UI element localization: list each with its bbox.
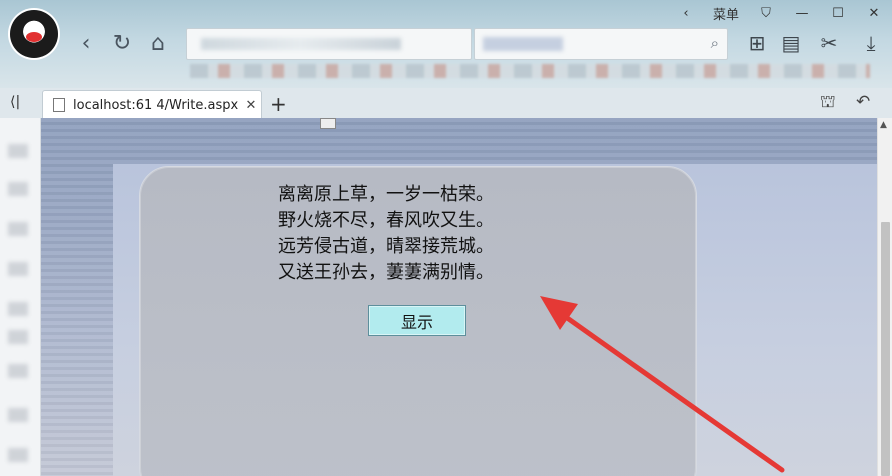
refresh-icon: ↻: [112, 30, 132, 56]
scrollbar-thumb[interactable]: [881, 222, 890, 476]
new-tab-button[interactable]: +: [270, 92, 287, 116]
sidebar-item[interactable]: [8, 408, 28, 422]
back-icon: ‹: [81, 30, 91, 56]
sidebar-item[interactable]: [8, 364, 28, 378]
menu-button[interactable]: 菜单: [704, 4, 748, 23]
tab-title: localhost:61 4/Write.aspx: [73, 97, 239, 113]
address-text-blurred: [201, 38, 401, 50]
menu-chevron-icon[interactable]: ‹: [668, 6, 704, 21]
sidebar-item[interactable]: [8, 330, 28, 344]
browser-toolbar: ‹ ↻ ⌂ ⌕ ⊞ ▤ ✂ ⤓ ‹ 菜单 ⛉ — ☐ ✕: [0, 0, 892, 88]
home-icon: ⌂: [151, 30, 165, 56]
page-icon: [53, 98, 65, 112]
poem-text: 离离原上草，一岁一枯荣。 野火烧不尽，春风吹又生。 远芳侵古道，晴翠接荒城。 又…: [278, 182, 598, 286]
vertical-scrollbar[interactable]: ▲: [877, 118, 892, 476]
sidebar-item[interactable]: [8, 302, 28, 316]
minimize-button[interactable]: —: [784, 6, 820, 21]
sidebar-item[interactable]: [8, 262, 28, 276]
skin-shirt-icon[interactable]: ⛉: [748, 6, 784, 21]
tab-close-icon[interactable]: ✕: [241, 98, 261, 113]
sidebar-item[interactable]: [8, 144, 28, 158]
scroll-up-arrow-icon[interactable]: ▲: [880, 120, 887, 130]
address-bar[interactable]: [186, 28, 472, 60]
poem-line: 野火烧不尽，春风吹又生。: [278, 210, 494, 231]
apps-grid-icon[interactable]: ⊞: [744, 30, 770, 56]
left-sidebar: [0, 118, 41, 476]
sidebar-toggle-icon[interactable]: ⟨|: [10, 94, 20, 110]
tab-strip: ⟨| localhost:61 4/Write.aspx ✕ + ⛫ ↶: [0, 88, 892, 119]
refresh-button[interactable]: ↻: [108, 29, 136, 57]
maximize-button[interactable]: ☐: [820, 6, 856, 21]
broken-image-icon: [320, 118, 336, 129]
close-window-button[interactable]: ✕: [856, 6, 892, 21]
bookmarks-bar-blurred: [190, 64, 870, 78]
scissors-icon[interactable]: ✂: [816, 30, 842, 56]
reader-icon[interactable]: ▤: [778, 30, 804, 56]
back-button[interactable]: ‹: [72, 29, 100, 57]
show-button[interactable]: 显示: [368, 305, 466, 336]
search-engine-blurred: [483, 37, 563, 51]
search-icon[interactable]: ⌕: [711, 34, 719, 52]
tab-write-aspx[interactable]: localhost:61 4/Write.aspx ✕: [42, 90, 262, 119]
download-icon[interactable]: ⤓: [858, 30, 884, 56]
clean-broom-icon[interactable]: ⛫: [820, 92, 836, 114]
window-controls: ‹ 菜单 ⛉ — ☐ ✕: [668, 0, 892, 26]
poem-line: 又送王孙去，萋萋满别情。: [278, 262, 494, 283]
web-page: 离离原上草，一岁一枯荣。 野火烧不尽，春风吹又生。 远芳侵古道，晴翠接荒城。 又…: [41, 118, 877, 476]
search-box[interactable]: ⌕: [474, 28, 728, 60]
poem-line: 远芳侵古道，晴翠接荒城。: [278, 236, 494, 257]
home-button[interactable]: ⌂: [144, 29, 172, 57]
undo-close-icon[interactable]: ↶: [856, 92, 870, 112]
sidebar-item[interactable]: [8, 182, 28, 196]
poem-line: 离离原上草，一岁一枯荣。: [278, 184, 494, 205]
sidebar-item[interactable]: [8, 222, 28, 236]
user-avatar[interactable]: [10, 10, 58, 58]
sidebar-item[interactable]: [8, 448, 28, 462]
